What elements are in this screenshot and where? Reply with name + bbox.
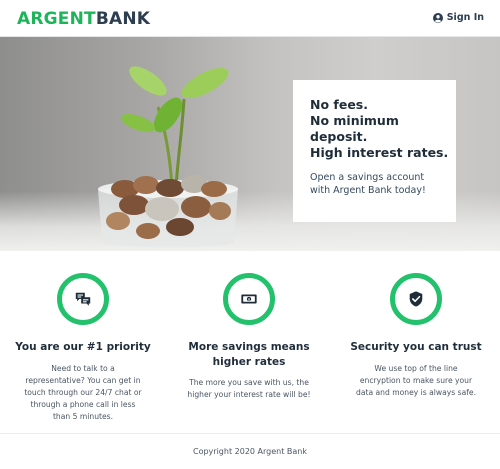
feature-title: You are our #1 priority: [0, 340, 166, 355]
feature-title-line: higher rates: [212, 356, 286, 368]
feature-description: Need to talk to a representative? You ca…: [0, 363, 166, 423]
logo-text-bank: BANK: [95, 9, 151, 29]
feature-title: More savings means higher rates: [166, 340, 332, 370]
feature-text-line: through a phone call in less: [30, 400, 136, 409]
top-nav: ARGENTBANK Sign In: [0, 0, 500, 37]
brand-logo[interactable]: ARGENTBANK: [17, 9, 150, 29]
user-circle-icon: [432, 12, 443, 23]
promo-headline: No fees. No minimum deposit. High intere…: [310, 97, 449, 161]
chat-icon: [75, 292, 91, 306]
feature-icon-ring: $: [223, 273, 275, 325]
promo-headline-line: deposit.: [310, 129, 368, 144]
features-section: You are our #1 priority Need to talk to …: [0, 251, 500, 433]
promo-card: No fees. No minimum deposit. High intere…: [293, 80, 456, 222]
feature-text-line: Need to talk to a: [51, 364, 115, 373]
promo-subtext-line: Open a savings account: [310, 172, 425, 183]
feature-title-line: More savings means: [188, 341, 310, 353]
feature-text-line: We use top of the line: [374, 364, 458, 373]
feature-text-line: encryption to make sure your: [359, 376, 473, 385]
sign-in-link[interactable]: Sign In: [432, 12, 484, 23]
feature-icon-ring: [57, 273, 109, 325]
feature-title-line: You are our #1 priority: [15, 341, 151, 353]
money-icon: $: [241, 294, 257, 304]
promo-subtext-line: with Argent Bank today!: [310, 185, 426, 196]
feature-title: Security you can trust: [333, 340, 499, 355]
feature-text-line: representative? You can get in: [25, 376, 141, 385]
shield-icon: [409, 291, 423, 307]
feature-description: The more you save with us, the higher yo…: [166, 377, 332, 401]
feature-description: We use top of the line encryption to mak…: [333, 363, 499, 399]
feature-text-line: higher your interest rate will be!: [187, 390, 311, 399]
hero-banner: No fees. No minimum deposit. High intere…: [0, 37, 500, 251]
feature-icon-ring: [390, 273, 442, 325]
feature-text-line: data and money is always safe.: [356, 388, 476, 397]
copyright-text: Copyright 2020 Argent Bank: [193, 447, 307, 456]
promo-headline-line: No minimum: [310, 113, 399, 128]
page-footer: Copyright 2020 Argent Bank: [0, 433, 500, 469]
logo-text-argent: ARGENT: [17, 9, 96, 29]
feature-title-line: Security you can trust: [350, 341, 482, 353]
promo-headline-line: High interest rates.: [310, 145, 449, 160]
promo-subtext: Open a savings account with Argent Bank …: [310, 171, 439, 197]
promo-headline-line: No fees.: [310, 97, 368, 112]
feature-text-line: The more you save with us, the: [189, 378, 309, 387]
feature-text-line: touch through our 24/7 chat or: [24, 388, 142, 397]
feature-text-line: than 5 minutes.: [52, 412, 114, 421]
sign-in-label: Sign In: [446, 12, 484, 23]
